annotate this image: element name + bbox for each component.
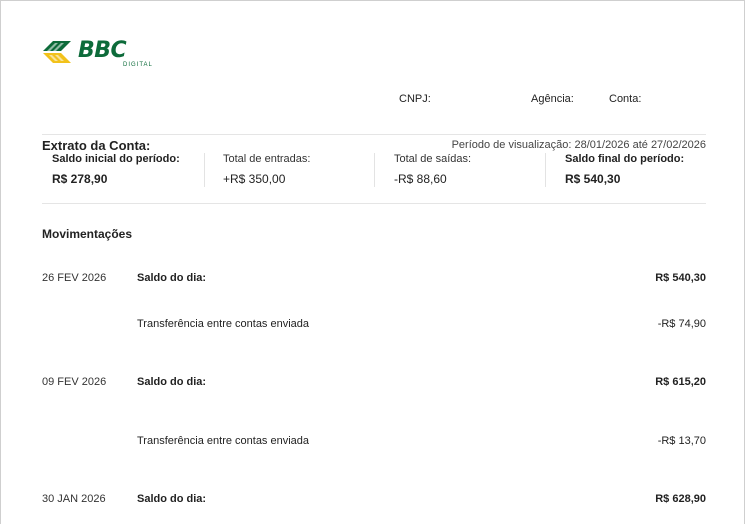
statement-title: Extrato da Conta: [42, 138, 151, 153]
summary-separator [545, 153, 546, 187]
summary-value: R$ 540,30 [565, 172, 621, 186]
conta-label: Conta: [609, 93, 642, 105]
day-date: 26 FEV 2026 [42, 272, 107, 284]
document-frame [0, 0, 745, 524]
day-date: 30 JAN 2026 [42, 493, 106, 505]
logo-brand: BBC [78, 38, 127, 63]
summary-label: Saldo inicial do período: [52, 153, 180, 165]
day-balance: R$ 540,30 [655, 272, 706, 284]
cnpj-label: CNPJ: [399, 93, 431, 105]
movements-title: Movimentações [42, 227, 133, 241]
transaction-amount: -R$ 13,70 [657, 435, 706, 447]
summary-label: Total de saídas: [394, 153, 472, 165]
summary-total-outflows: Total de saídas: -R$ 88,60 [394, 153, 544, 186]
summary-label: Saldo final do período: [565, 153, 685, 165]
transaction-description: Transferência entre contas enviada [137, 318, 310, 330]
day-balance: R$ 628,90 [655, 493, 706, 505]
transaction-description: Transferência entre contas enviada [137, 435, 310, 447]
bbc-logo: BBC DIGITAL [41, 38, 153, 72]
logo-sub: DIGITAL [123, 62, 153, 68]
day-date: 09 FEV 2026 [42, 376, 107, 388]
summary-value: -R$ 88,60 [394, 172, 447, 186]
agencia-label: Agência: [531, 93, 574, 105]
summary-separator [374, 153, 375, 187]
summary-total-inflows: Total de entradas: +R$ 350,00 [223, 153, 373, 186]
summary-final-balance: Saldo final do período: R$ 540,30 [565, 153, 715, 186]
summary-label: Total de entradas: [223, 153, 311, 165]
day-balance-label: Saldo do dia: [137, 272, 207, 284]
summary-value: +R$ 350,00 [223, 172, 286, 186]
statement-period: Período de visualização: 28/01/2026 até … [451, 139, 706, 151]
transaction-amount: -R$ 74,90 [657, 318, 706, 330]
header-divider [42, 134, 706, 135]
summary-initial-balance: Saldo inicial do período: R$ 278,90 [52, 153, 202, 186]
summary-value: R$ 278,90 [52, 172, 108, 186]
bbc-logo-icon [43, 41, 71, 63]
day-balance-label: Saldo do dia: [137, 493, 207, 505]
summary-separator [204, 153, 205, 187]
day-balance: R$ 615,20 [655, 376, 706, 388]
summary-divider [42, 203, 706, 204]
day-balance-label: Saldo do dia: [137, 376, 207, 388]
